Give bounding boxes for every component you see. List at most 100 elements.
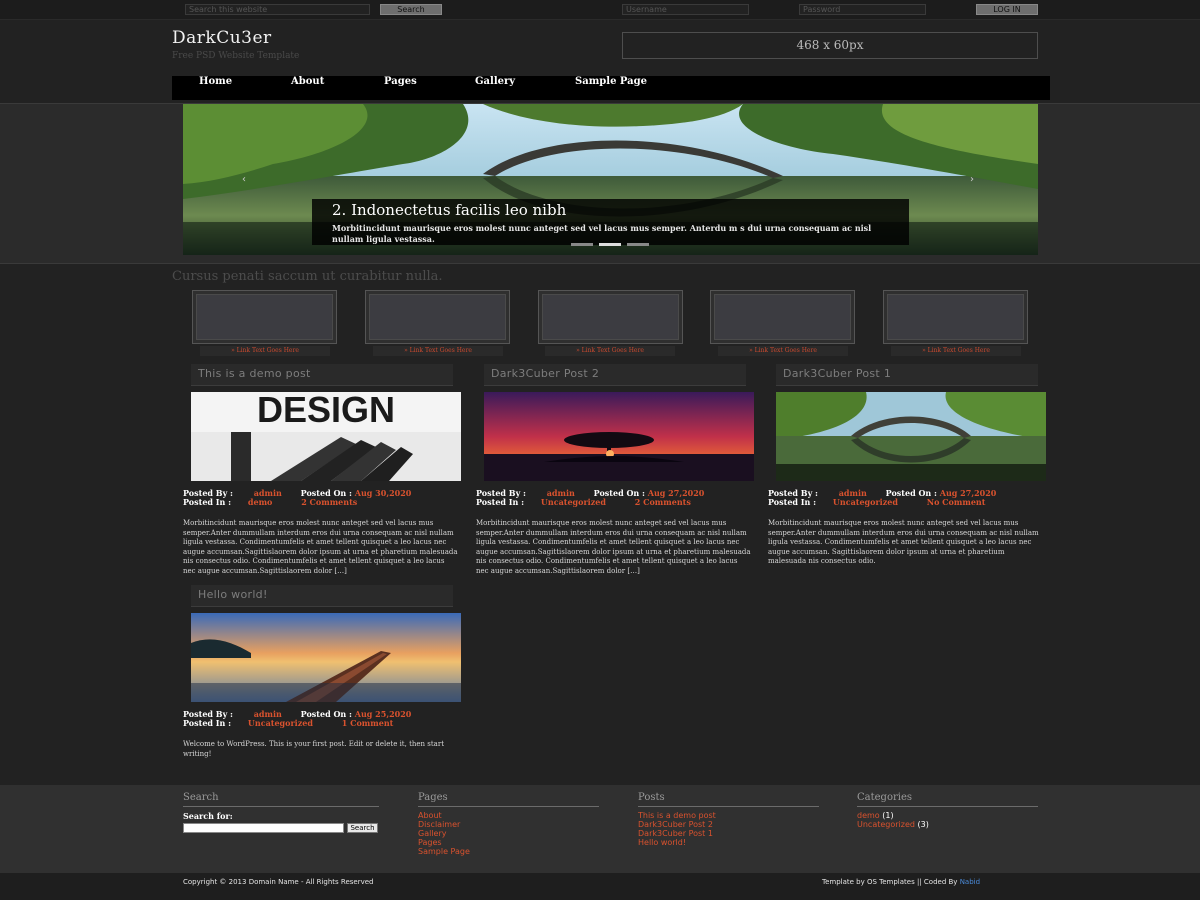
footer-divider (857, 806, 1038, 807)
login-button[interactable]: LOG IN (976, 4, 1038, 15)
nav-about[interactable]: About (291, 76, 324, 100)
post-image-graphic (776, 392, 1046, 481)
thumb-link[interactable]: » Link Text Goes Here (545, 346, 675, 356)
post-image-graphic: DESIGN (191, 392, 461, 481)
footer-search-input[interactable] (183, 823, 344, 833)
site-logo[interactable]: DarkCu3er (172, 28, 272, 48)
footer-post-link[interactable]: Dark3Cuber Post 2 (638, 820, 716, 829)
footer-search-label: Search for: (183, 811, 233, 821)
post-comments[interactable]: No Comment (927, 497, 986, 507)
post-title[interactable]: Dark3Cuber Post 1 (776, 364, 1038, 386)
nav-sample-page[interactable]: Sample Page (575, 76, 647, 100)
post-image[interactable] (191, 613, 461, 702)
footer-category-count: (1) (882, 811, 894, 820)
post-image-graphic (484, 392, 754, 481)
thumb-link[interactable]: » Link Text Goes Here (891, 346, 1021, 356)
feature-thumb[interactable] (883, 290, 1028, 344)
footer-category-count: (3) (917, 820, 929, 829)
posted-in-label: Posted In : (183, 718, 232, 728)
footer-post-link[interactable]: Dark3Cuber Post 1 (638, 829, 716, 838)
footer-divider (183, 806, 379, 807)
nav-pages[interactable]: Pages (384, 76, 417, 100)
feature-thumb[interactable] (538, 290, 683, 344)
posted-in-label: Posted In : (476, 497, 525, 507)
post-card: Dark3Cuber Post 2 Posted By : admin Post… (476, 364, 766, 575)
footer-category-item: demo (1) (857, 811, 929, 820)
thumb-image-placeholder (887, 294, 1024, 340)
post-comments[interactable]: 2 Comments (301, 497, 357, 507)
footer-pages-list: About Disclaimer Gallery Pages Sample Pa… (418, 811, 470, 856)
post-category[interactable]: Uncategorized (541, 497, 606, 507)
footer-category-link[interactable]: demo (857, 811, 880, 820)
footer-category-link[interactable]: Uncategorized (857, 820, 915, 829)
main-nav: Home About Pages Gallery Sample Page (172, 76, 1050, 100)
post-comments[interactable]: 2 Comments (635, 497, 691, 507)
slider-dot-3[interactable] (627, 243, 649, 246)
slider-next-icon[interactable]: › (970, 174, 974, 185)
thumb-image-placeholder (369, 294, 506, 340)
thumb-link[interactable]: » Link Text Goes Here (718, 346, 848, 356)
post-comments[interactable]: 1 Comment (342, 718, 394, 728)
post-meta-category-comments: Posted In : Uncategorized 1 Comment (183, 718, 393, 728)
post-image-graphic (191, 613, 461, 702)
post-card: This is a demo post DESIGN Posted By : a… (183, 364, 473, 575)
posted-in-label: Posted In : (183, 497, 232, 507)
footer-page-link[interactable]: About (418, 811, 470, 820)
section-heading: Cursus penati saccum ut curabitur nulla. (172, 269, 443, 284)
slide-caption: 2. Indonectetus facilis leo nibh Morbiti… (312, 199, 909, 245)
post-category[interactable]: demo (248, 497, 272, 507)
footer-posts-title: Posts (638, 792, 665, 803)
top-search-button[interactable]: Search (380, 4, 442, 15)
post-meta-category-comments: Posted In : Uncategorized No Comment (768, 497, 985, 507)
thumb-link[interactable]: » Link Text Goes Here (373, 346, 503, 356)
footer-post-link[interactable]: Hello world! (638, 838, 716, 847)
slide-caption-title: 2. Indonectetus facilis leo nibh (332, 201, 567, 219)
nav-home[interactable]: Home (199, 76, 232, 100)
thumb-link[interactable]: » Link Text Goes Here (200, 346, 330, 356)
post-category[interactable]: Uncategorized (248, 718, 313, 728)
post-excerpt: Welcome to WordPress. This is your first… (183, 740, 445, 758)
post-meta-category-comments: Posted In : Uncategorized 2 Comments (476, 497, 691, 507)
slider-dot-1[interactable] (571, 243, 593, 246)
footer-search-title: Search (183, 792, 219, 803)
copyright-text: Copyright © 2013 Domain Name - All Right… (183, 878, 374, 886)
footer-search-button[interactable]: Search (347, 823, 378, 833)
slider-prev-icon[interactable]: ‹ (242, 174, 246, 185)
feature-thumb[interactable] (710, 290, 855, 344)
top-bar: Search this website Search Username Pass… (0, 0, 1200, 20)
footer-page-link[interactable]: Gallery (418, 829, 470, 838)
nav-gallery[interactable]: Gallery (475, 76, 515, 100)
username-input[interactable]: Username (622, 4, 749, 15)
feature-thumb[interactable] (365, 290, 510, 344)
post-title[interactable]: Dark3Cuber Post 2 (484, 364, 746, 386)
feature-thumb[interactable] (192, 290, 337, 344)
image-slider[interactable]: ‹ › 2. Indonectetus facilis leo nibh Mor… (183, 104, 1038, 255)
top-search-input[interactable]: Search this website (185, 4, 370, 15)
footer-post-link[interactable]: This is a demo post (638, 811, 716, 820)
footer-page-link[interactable]: Disclaimer (418, 820, 470, 829)
post-title[interactable]: This is a demo post (191, 364, 453, 386)
post-excerpt: Morbitincidunt maurisque eros molest nun… (768, 519, 1039, 565)
post-card: Dark3Cuber Post 1 Posted By : admin Post… (768, 364, 1058, 574)
thumb-image-placeholder (714, 294, 851, 340)
footer-widgets (0, 785, 1200, 873)
post-image[interactable] (776, 392, 1046, 481)
thumb-image-placeholder (196, 294, 333, 340)
credit-text: Template by OS Templates || Coded By Nab… (822, 878, 980, 886)
post-date[interactable]: Aug 30,2020 (355, 488, 412, 498)
footer-pages-title: Pages (418, 792, 448, 803)
slider-dot-2[interactable] (599, 243, 621, 246)
credit-link[interactable]: Nabid (960, 878, 980, 886)
footer-posts-list: This is a demo post Dark3Cuber Post 2 Da… (638, 811, 716, 847)
post-excerpt: Morbitincidunt maurisque eros molest nun… (183, 519, 458, 575)
post-title[interactable]: Hello world! (191, 585, 453, 607)
post-meta-category-comments: Posted In : demo 2 Comments (183, 497, 357, 507)
footer-divider (638, 806, 819, 807)
footer-page-link[interactable]: Sample Page (418, 847, 470, 856)
post-image[interactable] (484, 392, 754, 481)
footer-page-link[interactable]: Pages (418, 838, 470, 847)
post-category[interactable]: Uncategorized (833, 497, 898, 507)
post-image[interactable]: DESIGN (191, 392, 461, 481)
password-input[interactable]: Password (799, 4, 926, 15)
post-card: Hello world! Posted By : admin Posted On… (183, 585, 473, 760)
